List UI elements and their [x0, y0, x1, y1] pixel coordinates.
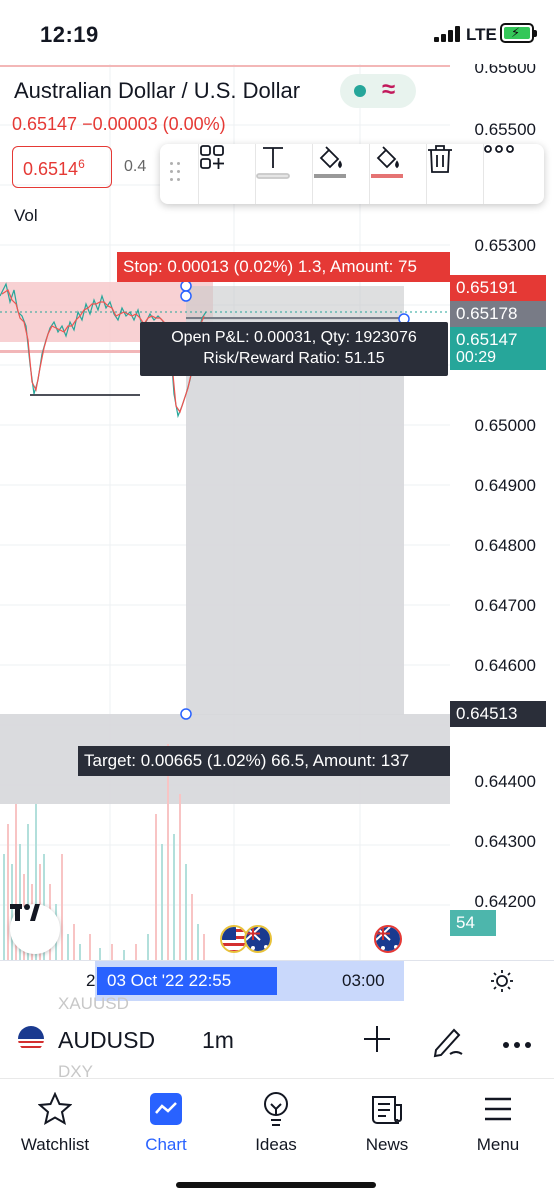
- add-indicator-button[interactable]: [362, 1024, 392, 1059]
- news-icon: [372, 1096, 402, 1124]
- price-tick: 0.65500: [474, 120, 536, 139]
- pen-icon: [433, 1028, 463, 1058]
- chart-settings-button[interactable]: [490, 969, 514, 998]
- sell-price-pip: 6: [78, 157, 85, 171]
- target-zone[interactable]: [186, 318, 404, 715]
- symbol-full-name[interactable]: Australian Dollar / U.S. Dollar: [14, 78, 300, 104]
- nav-label: Ideas: [255, 1135, 297, 1154]
- target-price-tag: 0.64513: [450, 701, 546, 727]
- open-pnl-text: Open P&L: 0.00031, Qty: 1923076: [171, 329, 417, 346]
- price-tick: 0.65300: [474, 236, 536, 255]
- price-tick: 0.65000: [474, 416, 536, 435]
- more-options-button[interactable]: [502, 1036, 532, 1054]
- sell-price-main: 0.6514: [23, 159, 79, 179]
- add-template-button[interactable]: [198, 144, 255, 204]
- menu-icon: [485, 1097, 511, 1121]
- tradingview-logo-icon[interactable]: [10, 904, 60, 954]
- bar-countdown: 00:29: [450, 348, 546, 370]
- price-tick: 0.64300: [474, 832, 536, 851]
- signal-strength-icon: [434, 26, 462, 42]
- fill-color-button[interactable]: [312, 144, 369, 204]
- price-tick: 0.64800: [474, 536, 536, 555]
- status-bar: 12:19 LTE ⚡: [0, 0, 554, 64]
- stop-label[interactable]: Stop: 0.00013 (0.02%) 1.3, Amount: 75: [117, 252, 450, 282]
- price-tick: 0.64400: [474, 772, 536, 791]
- price-tick: 0.64200: [474, 892, 536, 911]
- more-icon: [484, 145, 514, 153]
- price-change-line: 0.65147 −0.00003 (0.00%): [12, 114, 226, 134]
- nav-label: Chart: [145, 1135, 187, 1154]
- market-status-pill[interactable]: ≈: [340, 74, 416, 108]
- sell-price-button[interactable]: 0.65146: [12, 146, 112, 188]
- volume-value-tag: 54: [450, 910, 496, 936]
- time-tick: 03:00: [342, 971, 385, 990]
- drawing-toolbar: [160, 144, 544, 204]
- network-type: LTE: [466, 25, 497, 44]
- line-color-button[interactable]: [369, 144, 426, 204]
- price-tick: 0.64600: [474, 656, 536, 675]
- drag-handle-icon[interactable]: [170, 162, 184, 186]
- chart-canvas[interactable]: Australian Dollar / U.S. Dollar ≈ 0.6514…: [0, 64, 554, 960]
- trash-icon: [428, 145, 452, 173]
- price-tick: 0.64900: [474, 476, 536, 495]
- interval-button[interactable]: 1m: [202, 1027, 234, 1054]
- settings-sun-icon: [491, 970, 513, 992]
- target-label[interactable]: Target: 0.00665 (1.02%) 66.5, Amount: 13…: [78, 746, 450, 776]
- home-indicator[interactable]: [176, 1182, 376, 1188]
- symbol-bar: AUDUSD 1m: [0, 1002, 554, 1076]
- plus-icon: [364, 1026, 390, 1052]
- fill-color-icon: [314, 146, 346, 178]
- status-time: 12:19: [40, 22, 99, 47]
- au-event-flag-icon[interactable]: [244, 925, 272, 953]
- stop-price-tag: 0.65191: [450, 275, 546, 301]
- entry-handle-top[interactable]: [180, 290, 192, 302]
- market-open-dot-icon: [354, 85, 366, 97]
- stop-handle[interactable]: [180, 280, 192, 292]
- more-icon: [503, 1042, 531, 1048]
- nav-menu[interactable]: Menu: [450, 1091, 546, 1155]
- selected-time-chip: 03 Oct '22 22:55: [97, 967, 277, 995]
- nav-label: Menu: [476, 1135, 520, 1154]
- approx-icon: ≈: [382, 76, 396, 103]
- price-tick: 0.64700: [474, 596, 536, 615]
- symbol-name-button[interactable]: AUDUSD: [58, 1027, 155, 1054]
- price-tick: 0.65600: [474, 64, 536, 77]
- lightbulb-icon: [264, 1092, 288, 1126]
- buy-price-partial[interactable]: 0.4: [124, 158, 146, 176]
- nav-chart[interactable]: Chart: [118, 1091, 214, 1155]
- au-event-flag-icon[interactable]: [374, 925, 402, 953]
- star-icon: [38, 1092, 72, 1126]
- delete-button[interactable]: [426, 144, 483, 204]
- nav-watchlist[interactable]: Watchlist: [7, 1091, 103, 1155]
- pnl-label[interactable]: Open P&L: 0.00031, Qty: 1923076 Risk/Rew…: [140, 322, 448, 376]
- entry-price-tag: 0.65178: [450, 301, 546, 327]
- nav-ideas[interactable]: Ideas: [228, 1091, 324, 1155]
- line-color-icon: [371, 146, 403, 178]
- chart-icon: [150, 1093, 182, 1125]
- volume-indicator-label[interactable]: Vol: [14, 206, 38, 226]
- nav-label: News: [365, 1135, 409, 1154]
- more-options-button[interactable]: [483, 144, 544, 204]
- nav-news[interactable]: News: [339, 1091, 435, 1155]
- text-icon: [256, 147, 290, 179]
- battery-charging-icon: ⚡: [500, 23, 537, 43]
- text-button[interactable]: [255, 144, 312, 204]
- audusd-flag-icon: [18, 1026, 44, 1052]
- risk-reward-text: Risk/Reward Ratio: 51.15: [203, 350, 385, 367]
- nav-label: Watchlist: [20, 1135, 90, 1154]
- drawing-tools-button[interactable]: [432, 1024, 466, 1063]
- add-template-icon: [200, 145, 224, 169]
- target-handle[interactable]: [180, 708, 192, 720]
